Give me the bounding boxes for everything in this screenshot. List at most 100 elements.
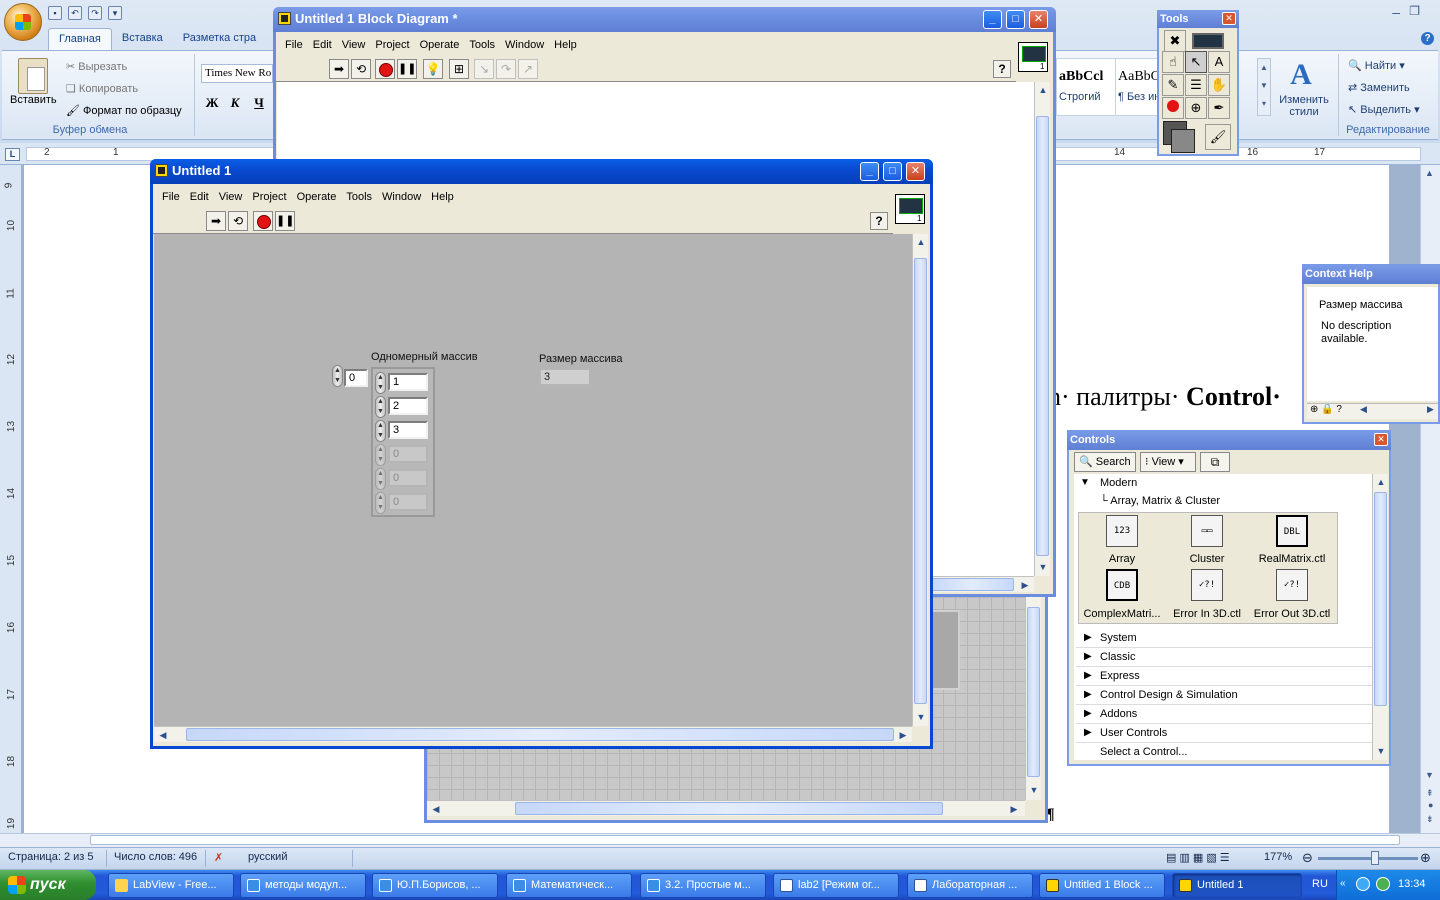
font-name-input[interactable]: Times New Ro — [201, 64, 273, 83]
category-control-design[interactable]: ▶ Control Design & Simulation — [1076, 686, 1372, 705]
color-tool-icon[interactable]: 🖌 — [1205, 124, 1231, 150]
zoom-in-icon[interactable]: ⊕ — [1420, 850, 1431, 866]
customize-qat-icon[interactable]: ▾ — [108, 6, 122, 20]
taskbar-item[interactable]: 3.2. Простые м... — [640, 873, 766, 898]
copy-button[interactable]: ❏ Копировать — [66, 82, 138, 95]
context-help-icon[interactable]: ? — [870, 212, 888, 230]
taskbar-item[interactable]: Математическ... — [506, 873, 632, 898]
hscroll-thumb[interactable] — [515, 802, 943, 815]
run-continuously-icon[interactable]: ⟲ — [228, 211, 248, 231]
step-into-icon[interactable]: ↘ — [474, 59, 494, 79]
word-minimize-button[interactable]: – — [1392, 4, 1400, 20]
word-restore-button[interactable]: ❐ — [1409, 4, 1420, 18]
palette-search-button[interactable]: 🔍 Search — [1074, 452, 1136, 472]
style-strict[interactable]: aBbCcl Строгий — [1056, 58, 1116, 116]
category-modern[interactable]: Modern — [1100, 477, 1137, 489]
menu-file[interactable]: File — [157, 191, 185, 203]
change-styles-label[interactable]: Изменить стили — [1276, 94, 1332, 118]
menu-help[interactable]: Help — [426, 191, 459, 203]
front-panel-canvas[interactable] — [154, 234, 912, 726]
element-spinner[interactable]: ▲ ▼ — [375, 492, 386, 514]
block-diagram-vscroll[interactable]: ▲ ▼ — [1034, 82, 1050, 576]
front-panel-hscroll[interactable]: ◀ ▶ — [154, 726, 912, 742]
doc-scroll-down-arrow[interactable]: ▼ — [1425, 770, 1434, 780]
redo-icon[interactable]: ↷ — [88, 6, 102, 20]
maximize-button[interactable]: □ — [883, 162, 902, 181]
context-help-icon[interactable]: ? — [993, 60, 1011, 78]
minimize-button[interactable]: _ — [983, 10, 1002, 29]
run-continuously-icon[interactable]: ⟲ — [351, 59, 371, 79]
real-matrix-icon[interactable]: DBL — [1276, 515, 1308, 547]
undo-icon[interactable]: ↶ — [68, 6, 82, 20]
select-a-control[interactable]: Select a Control... — [1076, 743, 1372, 762]
wiring-tool-icon[interactable]: ✎ — [1162, 74, 1184, 96]
menu-help[interactable]: Help — [549, 39, 582, 51]
replace-button[interactable]: ⇄ Заменить — [1348, 81, 1410, 94]
menu-operate[interactable]: Operate — [415, 39, 465, 51]
cluster-control-icon[interactable]: ▭▭ — [1191, 515, 1223, 547]
menu-tools[interactable]: Tools — [464, 39, 500, 51]
scroll-down-arrow[interactable]: ▼ — [914, 710, 928, 724]
grid-window-vscroll[interactable]: ▼ — [1025, 597, 1041, 800]
close-button[interactable]: ✕ — [1029, 10, 1048, 29]
antivirus-icon[interactable] — [1376, 877, 1390, 891]
controls-palette-vscroll[interactable]: ▲ ▼ — [1372, 474, 1388, 760]
pause-icon[interactable]: ❚❚ — [275, 211, 295, 231]
select-button[interactable]: ↖ Выделить ▾ — [1348, 103, 1420, 116]
vscroll-thumb[interactable] — [914, 258, 927, 704]
scroll-left-arrow[interactable]: ◀ — [429, 802, 443, 816]
scroll-right-arrow[interactable]: ▶ — [1007, 802, 1021, 816]
tab-selector[interactable]: L — [5, 148, 20, 161]
scroll-left-arrow[interactable]: ◀ — [156, 728, 170, 742]
step-out-icon[interactable]: ↗ — [518, 59, 538, 79]
scroll-tool-icon[interactable]: ✋ — [1208, 74, 1230, 96]
auto-tool-icon[interactable]: ✖ — [1164, 30, 1186, 52]
shortcut-menu-tool-icon[interactable]: ☰ — [1185, 74, 1207, 96]
format-painter-button[interactable]: 🖌 Формат по образцу — [66, 104, 182, 117]
array-control-icon[interactable]: 123 — [1106, 515, 1138, 547]
maximize-button[interactable]: □ — [1006, 10, 1025, 29]
scroll-down-arrow[interactable]: ▼ — [1027, 783, 1041, 797]
retain-wire-values-icon[interactable]: ⊞ — [449, 59, 469, 79]
taskbar-item[interactable]: Ю.П.Борисов, ... — [372, 873, 498, 898]
network-icon[interactable] — [1356, 877, 1370, 891]
expand-triangle-icon[interactable]: ▼ — [1080, 477, 1090, 488]
category-user-controls[interactable]: ▶ User Controls — [1076, 724, 1372, 743]
browse-object-icon[interactable]: ● — [1428, 800, 1433, 810]
scroll-up-arrow[interactable]: ▲ — [1036, 83, 1050, 97]
run-arrow-icon[interactable]: ➡ — [329, 59, 349, 79]
menu-view[interactable]: View — [214, 191, 248, 203]
highlight-execution-icon[interactable]: 💡 — [423, 59, 443, 79]
underline-button[interactable]: Ч — [250, 94, 268, 112]
zoom-slider-thumb[interactable] — [1371, 851, 1379, 865]
tab-home[interactable]: Главная — [48, 28, 112, 50]
scroll-up-arrow[interactable]: ▲ — [914, 235, 928, 249]
breakpoint-tool-icon[interactable] — [1162, 97, 1184, 119]
category-system[interactable]: ▶ System — [1076, 629, 1372, 648]
controls-palette-titlebar[interactable]: Controls ✕ — [1067, 430, 1391, 450]
paste-button-label[interactable]: Вставить — [10, 94, 57, 106]
view-print-layout-icon[interactable]: ▤ ▥ ▦ ▧ ☰ — [1166, 851, 1230, 864]
scroll-right-arrow[interactable]: ▶ — [1427, 404, 1434, 415]
element-spinner[interactable]: ▲ ▼ — [375, 420, 386, 442]
grid-window-hscroll[interactable]: ◀ ▶ — [427, 800, 1025, 816]
array-element[interactable]: 1 — [388, 373, 428, 391]
scroll-up-arrow[interactable]: ▲ — [1374, 475, 1388, 489]
run-arrow-icon[interactable]: ➡ — [206, 211, 226, 231]
scroll-down-arrow[interactable]: ▼ — [1374, 744, 1388, 758]
probe-tool-icon[interactable]: ⊕ — [1185, 97, 1207, 119]
save-icon[interactable]: ▪ — [48, 6, 62, 20]
palette-view-button[interactable]: ⁝ View ▾ — [1140, 452, 1196, 472]
minimize-button[interactable]: _ — [860, 162, 879, 181]
menu-file[interactable]: File — [280, 39, 308, 51]
array-element-empty[interactable]: 0 — [388, 445, 428, 463]
get-color-tool-icon[interactable]: ✒ — [1208, 97, 1230, 119]
menu-view[interactable]: View — [337, 39, 371, 51]
menu-edit[interactable]: Edit — [308, 39, 337, 51]
step-over-icon[interactable]: ↷ — [496, 59, 516, 79]
menu-tools[interactable]: Tools — [341, 191, 377, 203]
position-tool-icon[interactable]: ↖ — [1185, 51, 1207, 73]
operate-tool-icon[interactable]: ☝ — [1162, 51, 1184, 73]
close-button[interactable]: ✕ — [1374, 433, 1388, 446]
close-button[interactable]: ✕ — [1222, 12, 1236, 25]
